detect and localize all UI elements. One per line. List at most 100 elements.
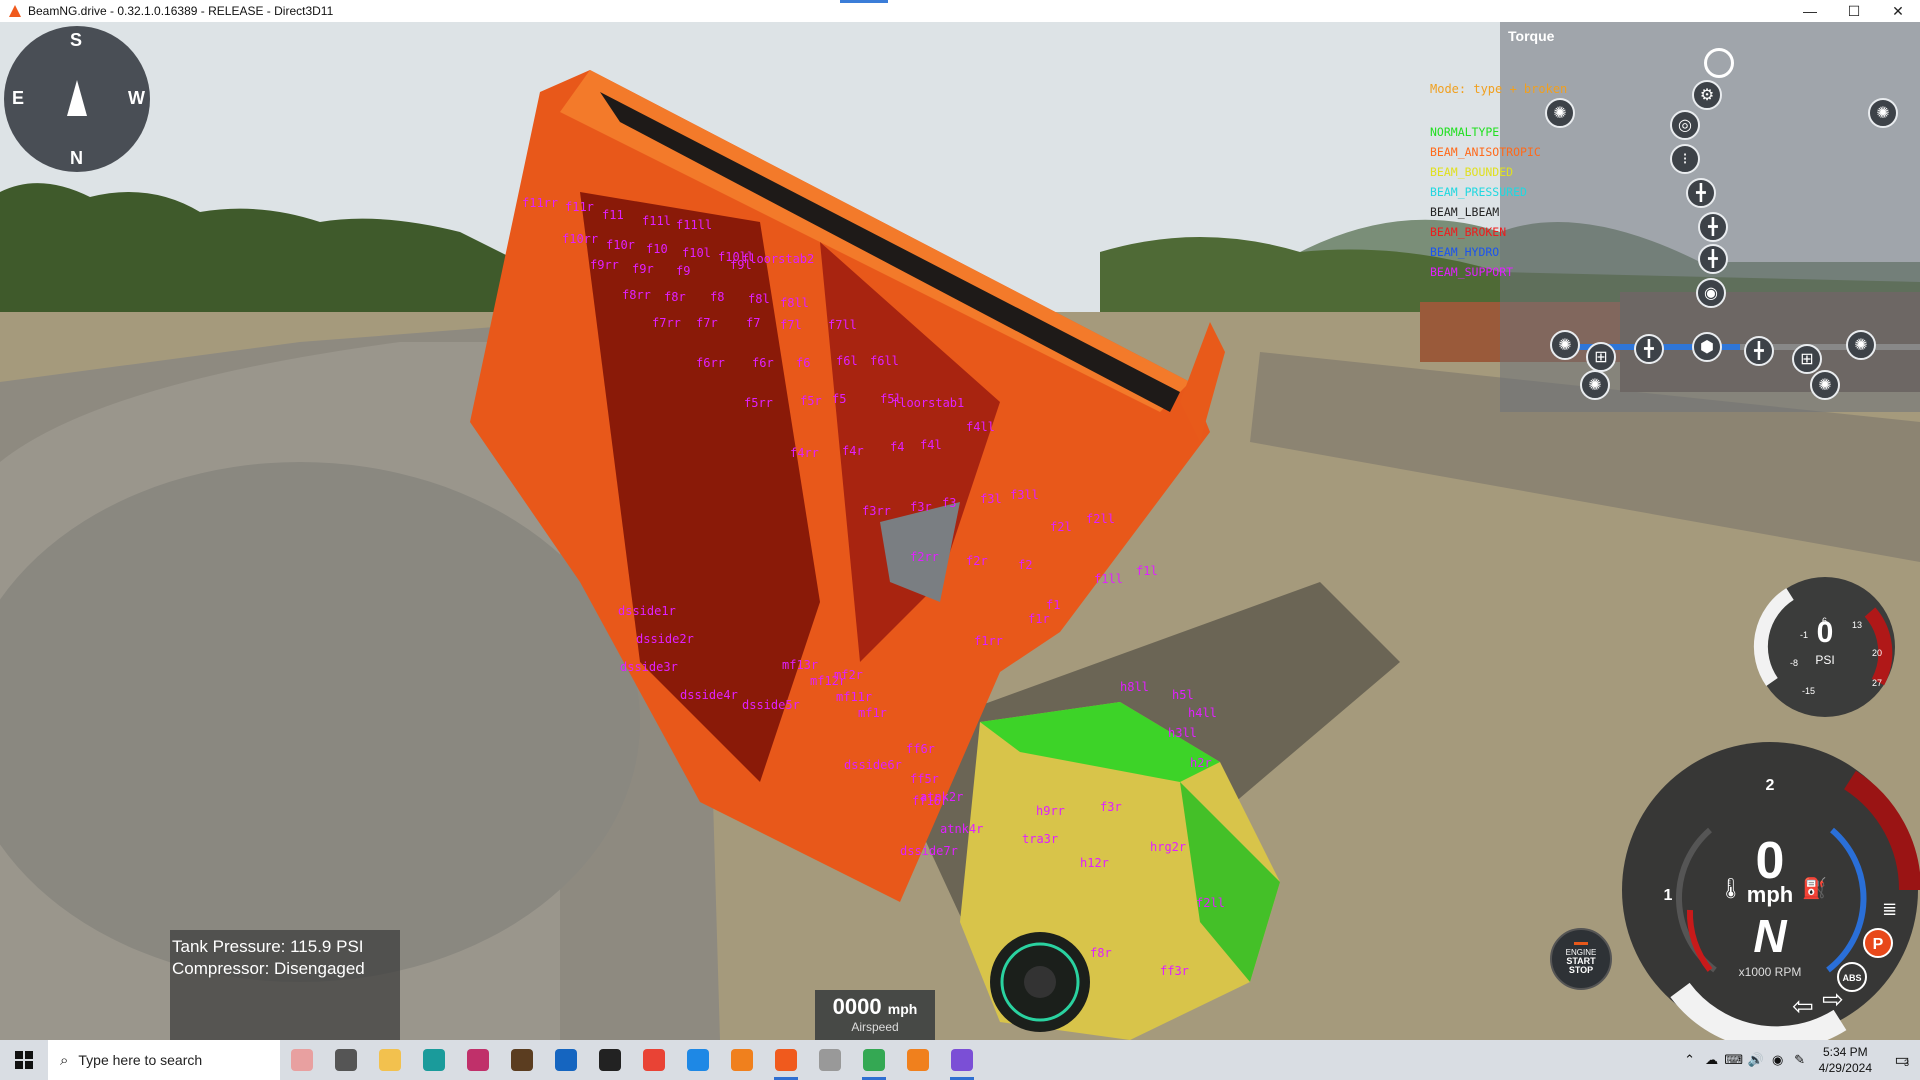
boost-tick-label: -1: [1800, 630, 1808, 640]
gear-indicator: N: [1753, 910, 1787, 962]
fuel-icon: ⛽: [1802, 876, 1827, 900]
visual-studio-icon[interactable]: [940, 1040, 984, 1080]
compass-north: N: [70, 148, 83, 168]
engine-indicator-bar: [1574, 942, 1588, 945]
app-icon-line[interactable]: [808, 1040, 852, 1080]
close-icon[interactable]: ✕: [1876, 0, 1920, 22]
driveshaft-icon[interactable]: ╋: [1686, 178, 1716, 208]
legend-entry: BEAM_PRESSURED: [1430, 185, 1527, 199]
pen-icon[interactable]: ✎: [1789, 1052, 1811, 1068]
app-icon-line-glyph: [819, 1049, 841, 1071]
wheel-right-top-icon[interactable]: ✺: [1868, 98, 1898, 128]
minecraft-icon[interactable]: [500, 1040, 544, 1080]
shaft-icon-2[interactable]: ╋: [1744, 336, 1774, 366]
search-icon: ⌕: [60, 1051, 69, 1069]
compass: S E W N: [4, 26, 150, 172]
rpm-label: x1000 RPM: [1739, 965, 1802, 979]
airspeed-unit: mph: [887, 1001, 918, 1017]
rear-diff-icon[interactable]: ⊞: [1792, 344, 1822, 374]
shaft-icon[interactable]: ╋: [1634, 334, 1664, 364]
beamng-icon[interactable]: [764, 1040, 808, 1080]
chrome-profile-icon[interactable]: [852, 1040, 896, 1080]
speed-rpm-gauge: 0 mph N x1000 RPM 2 1 🌡 ⛽ ≣ P ABS ⇦ ⇨: [1620, 740, 1920, 1051]
differential-icon[interactable]: ◉: [1696, 278, 1726, 308]
chrome-icon[interactable]: [632, 1040, 676, 1080]
notification-count: 3: [1904, 1058, 1910, 1068]
air-tank-info: Tank Pressure: 115.9 PSI Compressor: Dis…: [170, 930, 400, 1040]
engine-start-stop-button[interactable]: ENGINE START STOP: [1550, 928, 1612, 990]
front-diff-icon[interactable]: ⊞: [1586, 342, 1616, 372]
center-diff-icon[interactable]: ⬢: [1692, 332, 1722, 362]
app-icon-spiral-glyph: [467, 1049, 489, 1071]
app-icon-dark[interactable]: [588, 1040, 632, 1080]
chrome-icon-glyph: [643, 1049, 665, 1071]
airspeed-value: 0000: [832, 994, 882, 1019]
boost-unit: PSI: [1815, 653, 1834, 667]
wheel-rr-icon[interactable]: ✺: [1846, 330, 1876, 360]
legend-entry: BEAM_HYDRO: [1430, 245, 1500, 259]
boost-tick-label: -8: [1790, 658, 1798, 668]
stop-label: STOP: [1568, 965, 1594, 975]
notifications-icon[interactable]: ▭ 3: [1884, 1050, 1920, 1070]
abs-icon: ABS: [1842, 973, 1861, 983]
tank-pressure-text: Tank Pressure: 115.9 PSI: [172, 937, 364, 956]
maximize-icon[interactable]: ☐: [1832, 0, 1876, 22]
airspeed-widget: 0000 mph Airspeed: [815, 990, 935, 1040]
app-icon-spiral[interactable]: [456, 1040, 500, 1080]
compass-south: S: [70, 30, 83, 50]
taskbar-search-box[interactable]: ⌕ Type here to search: [48, 1040, 280, 1080]
webcam-icon[interactable]: ◉: [1767, 1052, 1789, 1068]
debug-mode-label: Mode: type + broken: [1430, 82, 1568, 96]
app-icon-c[interactable]: [676, 1040, 720, 1080]
file-explorer-icon[interactable]: [368, 1040, 412, 1080]
powertrain-root-icon[interactable]: [1704, 48, 1734, 78]
boost-tick-label: 20: [1872, 648, 1882, 658]
clutch-icon[interactable]: ◎: [1670, 110, 1700, 140]
turn-right-icon: ⇨: [1822, 985, 1844, 1015]
rpm-tick-2: 2: [1766, 777, 1775, 794]
app-icon-c-glyph: [687, 1049, 709, 1071]
compass-east: E: [12, 88, 25, 108]
outlook-icon[interactable]: [544, 1040, 588, 1080]
wheel-fl-icon[interactable]: ✺: [1550, 330, 1580, 360]
title-progress-indicator: [840, 0, 888, 3]
legend-entry: BEAM_SUPPORT: [1430, 265, 1514, 279]
parking-brake-icon: P: [1873, 936, 1884, 953]
chevron-up-icon[interactable]: ⌃: [1679, 1052, 1701, 1068]
wheel-rl-icon[interactable]: ✺: [1810, 370, 1840, 400]
window-titlebar: BeamNG.drive - 0.32.1.0.16389 - RELEASE …: [0, 0, 1920, 22]
compass-west: W: [128, 88, 145, 108]
volume-icon[interactable]: 🔊: [1745, 1052, 1767, 1068]
compass-needle-icon: [67, 80, 87, 116]
blender-icon-glyph: [731, 1049, 753, 1071]
network-icon[interactable]: ⌨: [1723, 1052, 1745, 1068]
start-button[interactable]: [0, 1040, 48, 1080]
headlight-icon: ≣: [1882, 899, 1897, 920]
widgets-icon[interactable]: [280, 1040, 324, 1080]
taskbar-clock[interactable]: 5:34 PM 4/29/2024: [1819, 1044, 1872, 1076]
torque-panel[interactable]: Torque Mode: type + broken NORMALTYPE BEA…: [1430, 22, 1920, 412]
onedrive-icon[interactable]: ☁: [1701, 1052, 1723, 1068]
search-placeholder: Type here to search: [78, 1052, 203, 1068]
widgets-icon-glyph: [291, 1049, 313, 1071]
window-title: BeamNG.drive - 0.32.1.0.16389 - RELEASE …: [28, 4, 334, 18]
boost-tick-label: 13: [1852, 620, 1862, 630]
engine-icon[interactable]: ⚙: [1692, 80, 1722, 110]
transfercase-icon[interactable]: ╋: [1698, 212, 1728, 242]
turn-left-icon: ⇦: [1792, 992, 1814, 1022]
task-view-icon-glyph: [335, 1049, 357, 1071]
blender-icon[interactable]: [720, 1040, 764, 1080]
minimize-icon[interactable]: —: [1788, 0, 1832, 22]
wheel-fr-icon[interactable]: ✺: [1580, 370, 1610, 400]
blender-icon-2[interactable]: [896, 1040, 940, 1080]
beam-type-legend: NORMALTYPE BEAM_ANISOTROPIC BEAM_BOUNDED BE…: [1430, 122, 1541, 282]
clock-time: 5:34 PM: [1822, 1045, 1868, 1059]
boost-tick-label: 27: [1872, 678, 1882, 688]
legend-entry: BEAM_BROKEN: [1430, 225, 1507, 239]
legend-entry: BEAM_ANISOTROPIC: [1430, 145, 1541, 159]
driveshaft-icon-2[interactable]: ╋: [1698, 244, 1728, 274]
gearbox-icon[interactable]: ⁝: [1670, 144, 1700, 174]
task-view-icon[interactable]: [324, 1040, 368, 1080]
wheel-left-top-icon[interactable]: ✺: [1545, 98, 1575, 128]
arduino-icon[interactable]: [412, 1040, 456, 1080]
